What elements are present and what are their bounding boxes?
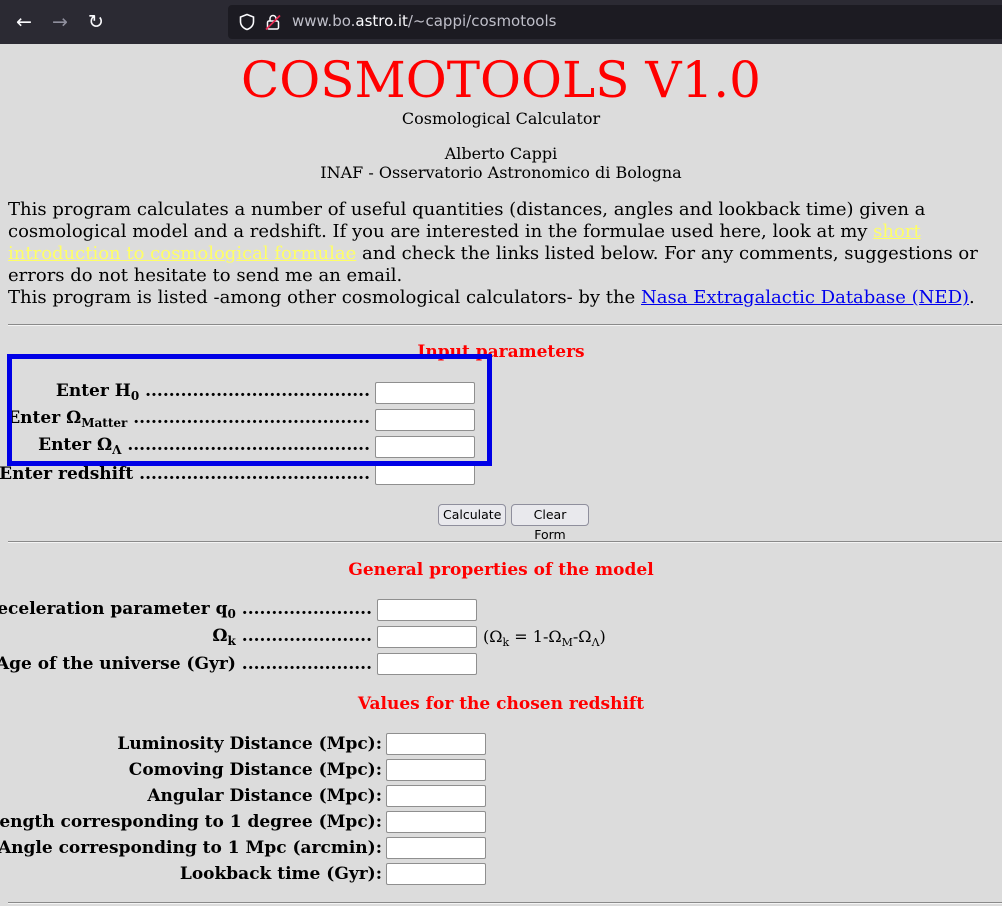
- page-content: COSMOTOOLS V1.0 Cosmological Calculator …: [0, 44, 1002, 906]
- comoving-distance-output[interactable]: [386, 759, 486, 781]
- divider: [8, 541, 1002, 543]
- redshift-values-heading: Values for the chosen redshift: [357, 694, 645, 714]
- length-per-degree-output[interactable]: [386, 811, 486, 833]
- angular-distance-output[interactable]: [386, 785, 486, 807]
- redshift-input[interactable]: [375, 463, 475, 485]
- length-per-degree-label: Length corresponding to 1 degree (Mpc):: [0, 812, 382, 832]
- luminosity-distance-output[interactable]: [386, 733, 486, 755]
- url-text[interactable]: www.bo.astro.it/~cappi/cosmotools: [292, 12, 556, 30]
- omega-k-output[interactable]: [377, 626, 477, 648]
- angular-distance-label: Angular Distance (Mpc):: [147, 786, 382, 806]
- ned-text-end: .: [969, 287, 975, 308]
- angle-per-mpc-output[interactable]: [386, 837, 486, 859]
- author-name: Alberto Cappi: [444, 144, 558, 163]
- institution-name: INAF - Osservatorio Astronomico di Bolog…: [320, 163, 682, 182]
- age-output[interactable]: [377, 653, 477, 675]
- q0-label: Deceleration parameter q0 ..............…: [0, 599, 372, 621]
- ned-link[interactable]: Nasa Extragalactic Database (NED): [641, 287, 969, 308]
- browser-toolbar: ← → ↻ www.bo.astro.it/~cappi/cosmotools: [0, 0, 1002, 44]
- comoving-distance-label: Comoving Distance (Mpc):: [128, 760, 382, 780]
- page-subtitle: Cosmological Calculator: [401, 109, 601, 128]
- luminosity-distance-label: Luminosity Distance (Mpc):: [117, 734, 382, 754]
- omega-k-label: Ωk ......................: [212, 626, 372, 648]
- calculate-button[interactable]: Calculate: [438, 504, 506, 526]
- intro-paragraph: This program calculates a number of usef…: [8, 199, 998, 309]
- reload-icon[interactable]: ↻: [82, 8, 110, 36]
- highlight-box: [7, 354, 492, 466]
- divider: [8, 324, 1002, 326]
- q0-output[interactable]: [377, 599, 477, 621]
- shield-icon[interactable]: [238, 13, 256, 31]
- clear-form-button[interactable]: Clear Form: [511, 504, 589, 542]
- angle-per-mpc-label: Angle corresponding to 1 Mpc (arcmin):: [0, 838, 382, 858]
- omega-k-formula: (Ωk = 1-ΩM-ΩΛ): [483, 627, 606, 649]
- general-properties-heading: General properties of the model: [348, 560, 654, 580]
- redshift-label: Enter redshift .........................…: [0, 464, 370, 484]
- back-arrow-icon[interactable]: ←: [10, 8, 38, 36]
- lookback-time-label: Lookback time (Gyr):: [179, 864, 382, 884]
- address-bar[interactable]: www.bo.astro.it/~cappi/cosmotools: [228, 5, 1002, 39]
- intro-text: This program calculates a number of usef…: [8, 199, 926, 242]
- page-title: COSMOTOOLS V1.0: [241, 51, 761, 109]
- ned-text: This program is listed -among other cosm…: [8, 287, 642, 308]
- insecure-lock-icon[interactable]: [264, 13, 282, 31]
- lookback-time-output[interactable]: [386, 863, 486, 885]
- forward-arrow-icon[interactable]: →: [46, 8, 74, 36]
- divider: [8, 902, 1002, 904]
- age-label: Age of the universe (Gyr) ..............…: [0, 654, 372, 674]
